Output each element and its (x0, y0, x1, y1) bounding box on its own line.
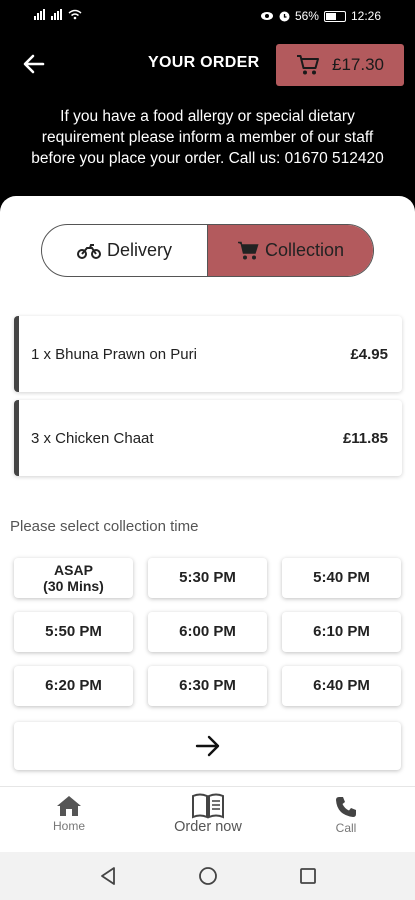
triangle-back-icon (100, 867, 115, 885)
nav-home-label: Home (52, 819, 85, 833)
header: YOUR ORDER £17.30 If you have a food all… (0, 34, 415, 196)
clock: 12:26 (350, 9, 381, 23)
collection-label: Collection (264, 240, 345, 260)
time-slot[interactable]: 5:30 PM (148, 558, 267, 598)
system-back-button[interactable] (88, 856, 128, 896)
alarm-icon (279, 11, 290, 21)
time-slot-asap[interactable]: ASAP (30 Mins) (14, 558, 133, 598)
battery-icon (323, 10, 346, 22)
collection-time-grid: ASAP (30 Mins) 5:30 PM 5:40 PM 5:50 PM 6… (14, 558, 401, 706)
time-slot[interactable]: 5:50 PM (14, 612, 133, 652)
system-home-button[interactable] (188, 856, 228, 896)
motorbike-icon (76, 243, 101, 259)
time-slot[interactable]: 6:10 PM (282, 612, 401, 652)
collection-option[interactable]: Collection (207, 225, 373, 276)
eye-icon (260, 12, 273, 20)
time-slot[interactable]: 6:30 PM (148, 666, 267, 706)
order-item-price: £4.95 (350, 345, 388, 363)
status-right: 56% 12:26 (260, 9, 381, 23)
home-icon (57, 796, 81, 816)
battery-percent: 56% (294, 9, 319, 23)
time-slot-sublabel: (30 Mins) (43, 578, 104, 594)
collection-time-prompt: Please select collection time (10, 518, 199, 535)
time-slot[interactable]: 5:40 PM (282, 558, 401, 598)
order-item[interactable]: 3 x Chicken Chaat £11.85 (14, 400, 402, 476)
wifi-icon (68, 9, 82, 20)
nav-order-now[interactable]: Order now (158, 793, 258, 835)
next-button[interactable] (14, 722, 401, 770)
arrow-left-icon (23, 54, 45, 74)
bottom-nav: Home Order now Call (0, 786, 415, 852)
order-item-label: 3 x Chicken Chaat (31, 429, 154, 447)
nav-call[interactable]: Call (321, 795, 371, 835)
signal-icon-2 (51, 9, 62, 20)
nav-call-label: Call (335, 821, 357, 835)
time-slot-label: ASAP (54, 562, 93, 578)
back-button[interactable] (20, 50, 48, 78)
system-nav-bar (0, 852, 415, 900)
status-left (34, 9, 82, 20)
order-type-toggle: Delivery Collection (41, 224, 374, 277)
order-item-price: £11.85 (342, 429, 388, 447)
delivery-option[interactable]: Delivery (42, 225, 207, 276)
cart-icon (297, 55, 319, 75)
time-slot[interactable]: 6:20 PM (14, 666, 133, 706)
arrow-right-icon (195, 735, 219, 757)
signal-icon (34, 9, 45, 20)
time-slot[interactable]: 6:40 PM (282, 666, 401, 706)
order-panel: Delivery Collection 1 x Bhuna Prawn on P… (0, 196, 415, 900)
phone-icon (336, 797, 356, 817)
cart-total: £17.30 (332, 55, 384, 74)
cart-button[interactable]: £17.30 (276, 44, 404, 86)
order-item[interactable]: 1 x Bhuna Prawn on Puri £4.95 (14, 316, 402, 392)
status-bar: 56% 12:26 (0, 0, 415, 34)
system-recents-button[interactable] (288, 856, 328, 896)
page-title: YOUR ORDER (148, 54, 260, 71)
allergy-notice: If you have a food allergy or special di… (31, 108, 384, 167)
order-item-label: 1 x Bhuna Prawn on Puri (31, 345, 197, 363)
nav-order-now-label: Order now (174, 819, 242, 835)
square-recents-icon (299, 868, 316, 884)
delivery-label: Delivery (106, 240, 172, 260)
time-slot[interactable]: 6:00 PM (148, 612, 267, 652)
nav-home[interactable]: Home (44, 795, 94, 833)
menu-book-icon (192, 793, 224, 819)
circle-home-icon (198, 867, 217, 885)
cart-icon (237, 241, 259, 259)
